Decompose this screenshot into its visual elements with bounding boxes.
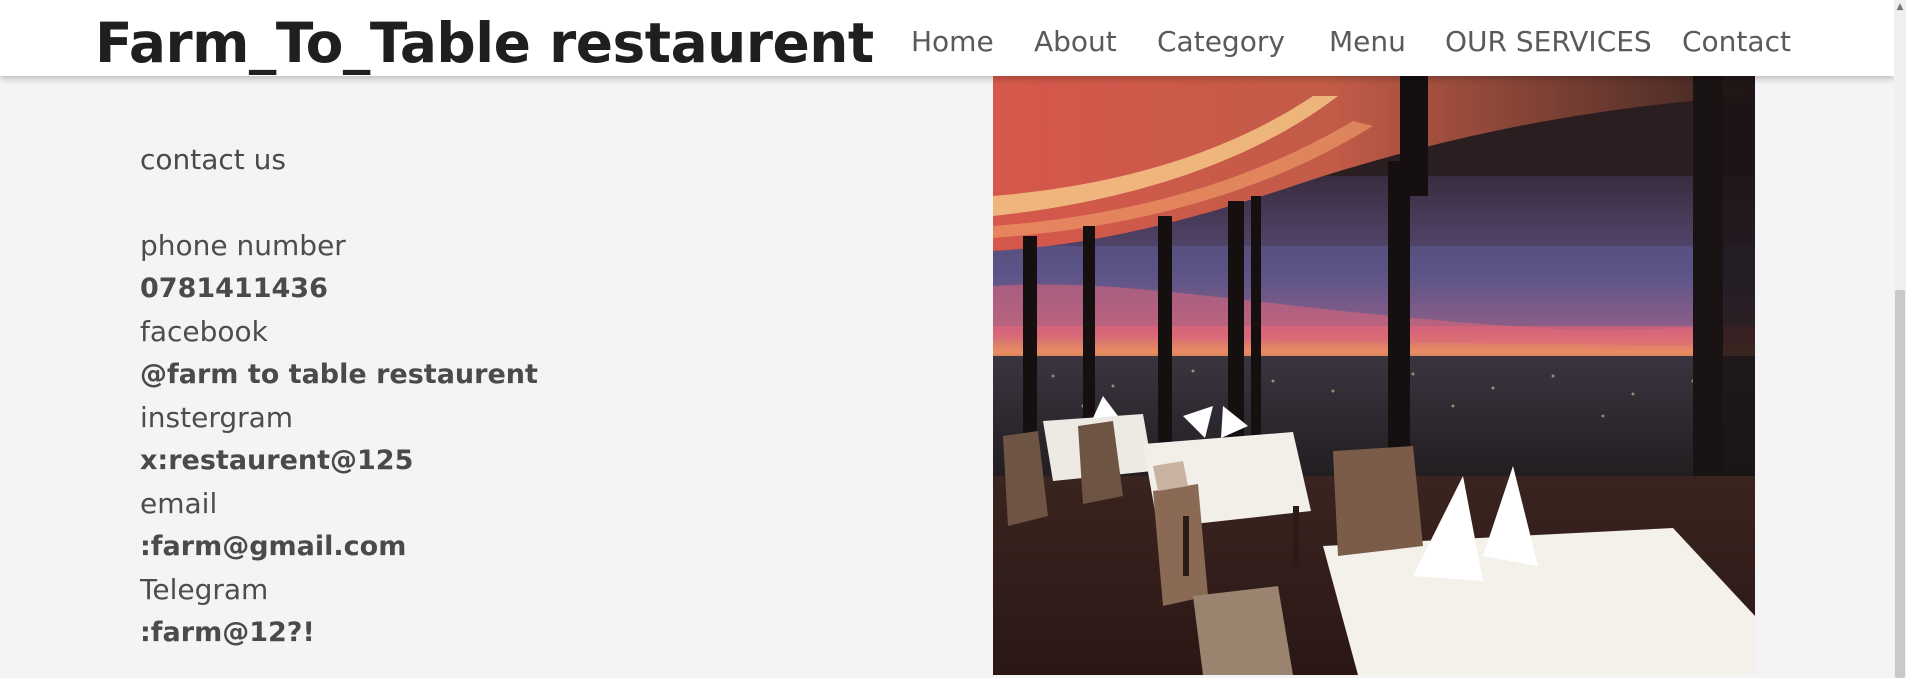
contact-title: contact us [140,143,287,176]
nav-link-category[interactable]: Category [1157,22,1285,62]
facebook-value: @farm to table restaurent [140,359,538,390]
nav-link-menu[interactable]: Menu [1329,22,1406,62]
page: Farm_To_Table restaurent Home About Cate… [0,0,1906,678]
telegram-label: Telegram [140,573,269,606]
instagram-label: instergram [140,401,294,434]
restaurant-photo [993,76,1755,675]
scroll-up-arrow-icon[interactable]: ▲ [1894,0,1906,14]
nav-link-our-services[interactable]: OUR SERVICES [1445,22,1652,62]
main-nav: Home About Category Menu OUR SERVICES Co… [0,0,1894,76]
scrollbar-thumb[interactable] [1895,290,1905,678]
email-label: email [140,487,218,520]
instagram-value: x:restaurent@125 [140,445,414,476]
nav-link-about[interactable]: About [1034,22,1117,62]
nav-link-home[interactable]: Home [911,22,994,62]
phone-value: 0781411436 [140,273,328,304]
telegram-value: :farm@12?! [140,617,315,648]
email-value: :farm@gmail.com [140,531,407,562]
nav-link-contact[interactable]: Contact [1682,22,1906,62]
page-scrollbar[interactable]: ▲ [1894,0,1906,678]
site-header: Farm_To_Table restaurent Home About Cate… [0,0,1894,76]
facebook-label: facebook [140,315,268,348]
phone-label: phone number [140,229,346,262]
